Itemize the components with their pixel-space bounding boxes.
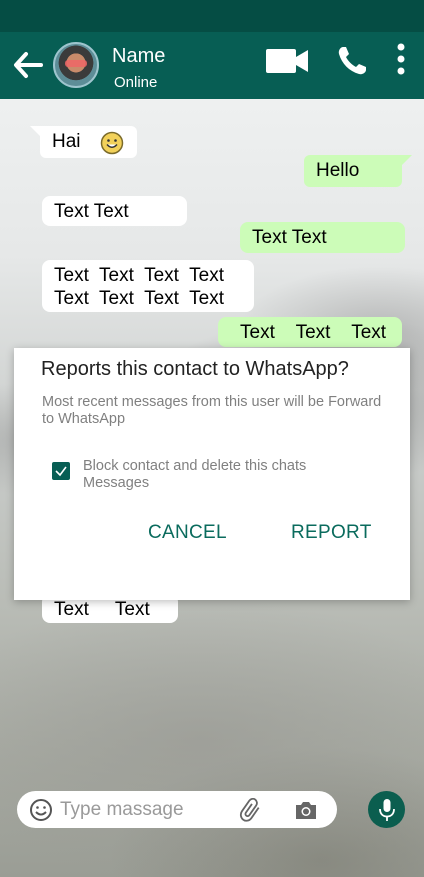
chat-header: Name Online <box>0 32 424 99</box>
message-text-line: Text Text Text Text <box>54 265 225 286</box>
video-call-icon[interactable] <box>264 46 310 76</box>
message-input[interactable]: Type massage <box>60 799 184 821</box>
bubble-tail <box>30 126 40 136</box>
message-bubble-incoming[interactable]: Hai <box>30 126 137 158</box>
message-composer[interactable]: Type massage <box>17 791 337 828</box>
message-text: Text Text <box>252 227 327 248</box>
message-text: Hai <box>52 131 81 152</box>
contact-name[interactable]: Name <box>112 45 165 68</box>
cancel-button[interactable]: CANCEL <box>148 522 227 544</box>
message-bubble-outgoing[interactable]: Text Text <box>240 222 405 253</box>
bubble-tail <box>402 155 412 165</box>
message-text-line: Text Text Text Text <box>54 288 225 309</box>
block-contact-checkbox[interactable] <box>52 462 70 480</box>
status-bar <box>0 0 424 32</box>
contact-status: Online <box>114 74 158 91</box>
back-arrow-icon[interactable] <box>12 50 44 80</box>
report-dialog: Reports this contact to WhatsApp? Most r… <box>14 348 410 600</box>
mic-icon <box>379 799 395 821</box>
more-vert-icon[interactable] <box>394 42 408 76</box>
attach-icon[interactable] <box>239 798 263 822</box>
message-text: Text Text <box>54 201 129 222</box>
dialog-message: Most recent messages from this user will… <box>42 394 382 427</box>
mic-button[interactable] <box>368 791 405 828</box>
message-bubble-outgoing[interactable]: Hello <box>304 155 412 187</box>
checkmark-icon <box>55 466 67 477</box>
phone-icon[interactable] <box>336 45 368 77</box>
block-contact-label[interactable]: Block contact and delete this chats Mess… <box>83 458 373 492</box>
message-text: Hello <box>316 160 360 181</box>
message-text: Text Text <box>54 599 150 620</box>
emoji-icon[interactable] <box>29 798 53 822</box>
message-bubble-outgoing[interactable]: Text Text Text <box>218 317 402 347</box>
camera-icon[interactable] <box>294 799 318 821</box>
smiley-emoji-icon <box>100 131 124 155</box>
avatar[interactable] <box>53 42 99 88</box>
message-bubble-incoming[interactable]: Text Text Text Text Text Text Text Text <box>42 260 254 312</box>
message-bubble-incoming[interactable]: Text Text <box>42 196 187 226</box>
dialog-title: Reports this contact to WhatsApp? <box>41 358 349 380</box>
report-button[interactable]: REPORT <box>291 522 372 544</box>
message-text: Text Text Text <box>240 322 387 343</box>
